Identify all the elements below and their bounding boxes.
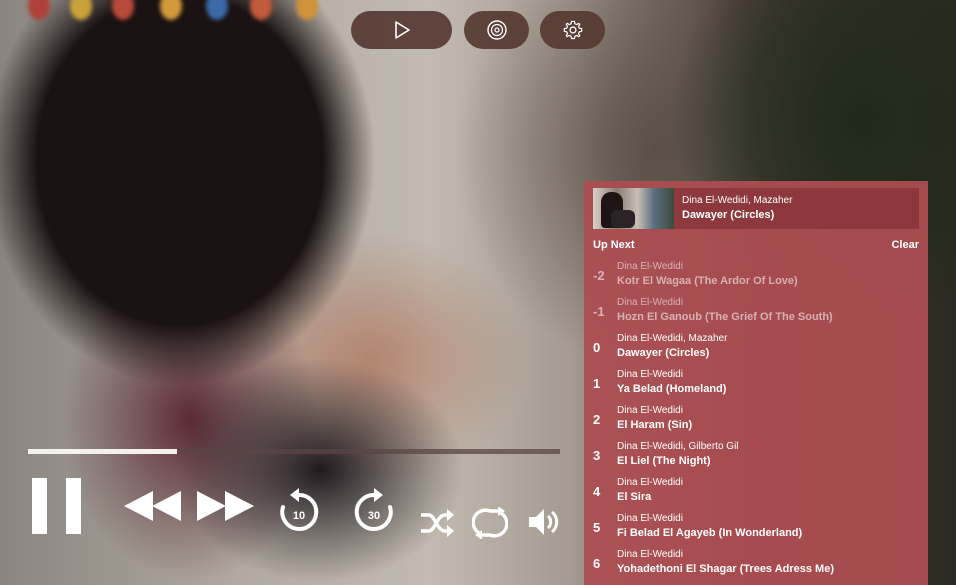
shuffle-icon xyxy=(421,509,454,537)
bunting-flag xyxy=(28,0,50,20)
queue-item-artist: Dina El-Wedidi xyxy=(617,369,683,380)
queue-item[interactable]: -2 Dina El-Wedidi Kotr El Wagaa (The Ardor… xyxy=(584,259,928,295)
queue-item-artist: Dina El-Wedidi xyxy=(617,297,683,308)
bunting-flag xyxy=(160,0,182,20)
queue-item-index: 3 xyxy=(593,448,601,463)
seek-bar-progress xyxy=(28,449,177,454)
bunting-flag xyxy=(206,0,228,20)
queue-item-index: -2 xyxy=(593,268,605,283)
queue-item[interactable]: 5 Dina El-Wedidi Fi Belad El Agayeb (In Wo… xyxy=(584,511,928,547)
queue-item-title: Yohadethoni El Shagar (Trees Adress Me) xyxy=(617,563,834,575)
queue-item-index: 1 xyxy=(593,376,601,391)
queue-panel: Dina El-Wedidi, Mazaher Dawayer (Circles… xyxy=(584,181,928,585)
fast-forward-icon xyxy=(197,491,254,521)
queue-item-title: Hozn El Ganoub (The Grief Of The South) xyxy=(617,311,833,323)
previous-button[interactable] xyxy=(124,491,182,526)
seek-bar[interactable] xyxy=(28,449,560,454)
queue-item-index: 5 xyxy=(593,520,601,535)
queue-item[interactable]: 1 Dina El-Wedidi Ya Belad (Homeland) xyxy=(584,367,928,403)
queue-item[interactable]: 6 Dina El-Wedidi Yohadethoni El Shagar (Tr… xyxy=(584,547,928,583)
speaker-icon xyxy=(529,509,559,535)
queue-item[interactable]: 3 Dina El-Wedidi, Gilberto Gil El Liel (Th… xyxy=(584,439,928,475)
now-playing-card[interactable]: Dina El-Wedidi, Mazaher Dawayer (Circles… xyxy=(593,188,919,229)
now-playing-artwork xyxy=(593,188,674,229)
skip-forward-seconds: 30 xyxy=(367,510,381,522)
skip-back-button[interactable]: 10 xyxy=(277,487,321,535)
now-playing-artist: Dina El-Wedidi, Mazaher xyxy=(682,194,793,206)
disc-button[interactable] xyxy=(464,11,529,49)
queue-item-title: Dawayer (Circles) xyxy=(617,347,710,359)
queue-item-artist: Dina El-Wedidi xyxy=(617,477,683,488)
play-mode-button[interactable] xyxy=(351,11,452,49)
queue-item-title: Kotr El Wagaa (The Ardor Of Love) xyxy=(617,275,798,287)
queue-item-artist: Dina El-Wedidi xyxy=(617,261,683,272)
queue-item-artist: Dina El-Wedidi xyxy=(617,513,683,524)
queue-item-artist: Dina El-Wedidi xyxy=(617,549,683,560)
clear-queue-button[interactable]: Clear xyxy=(891,239,919,251)
repeat-button[interactable] xyxy=(471,506,509,544)
up-next-heading: Up Next xyxy=(593,239,635,251)
bunting-flag xyxy=(296,0,318,20)
queue-item-title: Ya Belad (Homeland) xyxy=(617,383,727,395)
queue-item-title: Fi Belad El Agayeb (In Wonderland) xyxy=(617,527,803,539)
queue-item-title: El Sira xyxy=(617,491,652,503)
queue-item-index: 4 xyxy=(593,484,601,499)
rewind-icon xyxy=(124,491,181,521)
bunting-flag xyxy=(70,0,92,20)
shuffle-button[interactable] xyxy=(420,508,454,543)
skip-forward-button[interactable]: 30 xyxy=(352,487,396,535)
queue-item-artist: Dina El-Wedidi xyxy=(617,405,683,416)
queue-item-title: El Haram (Sin) xyxy=(617,419,693,431)
queue-item-index: 2 xyxy=(593,412,601,427)
settings-button[interactable] xyxy=(540,11,605,49)
bunting-flag xyxy=(112,0,134,20)
repeat-icon xyxy=(471,506,509,540)
queue-item[interactable]: -1 Dina El-Wedidi Hozn El Ganoub (The Grie… xyxy=(584,295,928,331)
bunting-flag xyxy=(250,0,272,20)
queue-item-index: -1 xyxy=(593,304,605,319)
volume-button[interactable] xyxy=(528,506,560,543)
now-playing-title: Dawayer (Circles) xyxy=(682,208,775,221)
queue-item[interactable]: 0 Dina El-Wedidi, Mazaher Dawayer (Circles… xyxy=(584,331,928,367)
disc-icon xyxy=(486,20,507,40)
queue-item[interactable]: 2 Dina El-Wedidi El Haram (Sin) xyxy=(584,403,928,439)
next-button[interactable] xyxy=(197,491,255,526)
pause-icon xyxy=(32,478,81,534)
queue-item-artist: Dina El-Wedidi, Mazaher xyxy=(617,333,728,344)
queue-item-index: 0 xyxy=(593,340,601,355)
queue-item-artist: Dina El-Wedidi, Gilberto Gil xyxy=(617,441,739,452)
queue-item-title: El Liel (The Night) xyxy=(617,455,711,467)
queue-item-index: 6 xyxy=(593,556,601,571)
queue-item[interactable]: 4 Dina El-Wedidi El Sira xyxy=(584,475,928,511)
queue-list: -2 Dina El-Wedidi Kotr El Wagaa (The Ardor… xyxy=(584,259,928,583)
pause-button[interactable] xyxy=(32,478,82,539)
play-icon xyxy=(394,21,410,39)
gear-icon xyxy=(563,20,582,40)
skip-back-seconds: 10 xyxy=(292,510,306,522)
